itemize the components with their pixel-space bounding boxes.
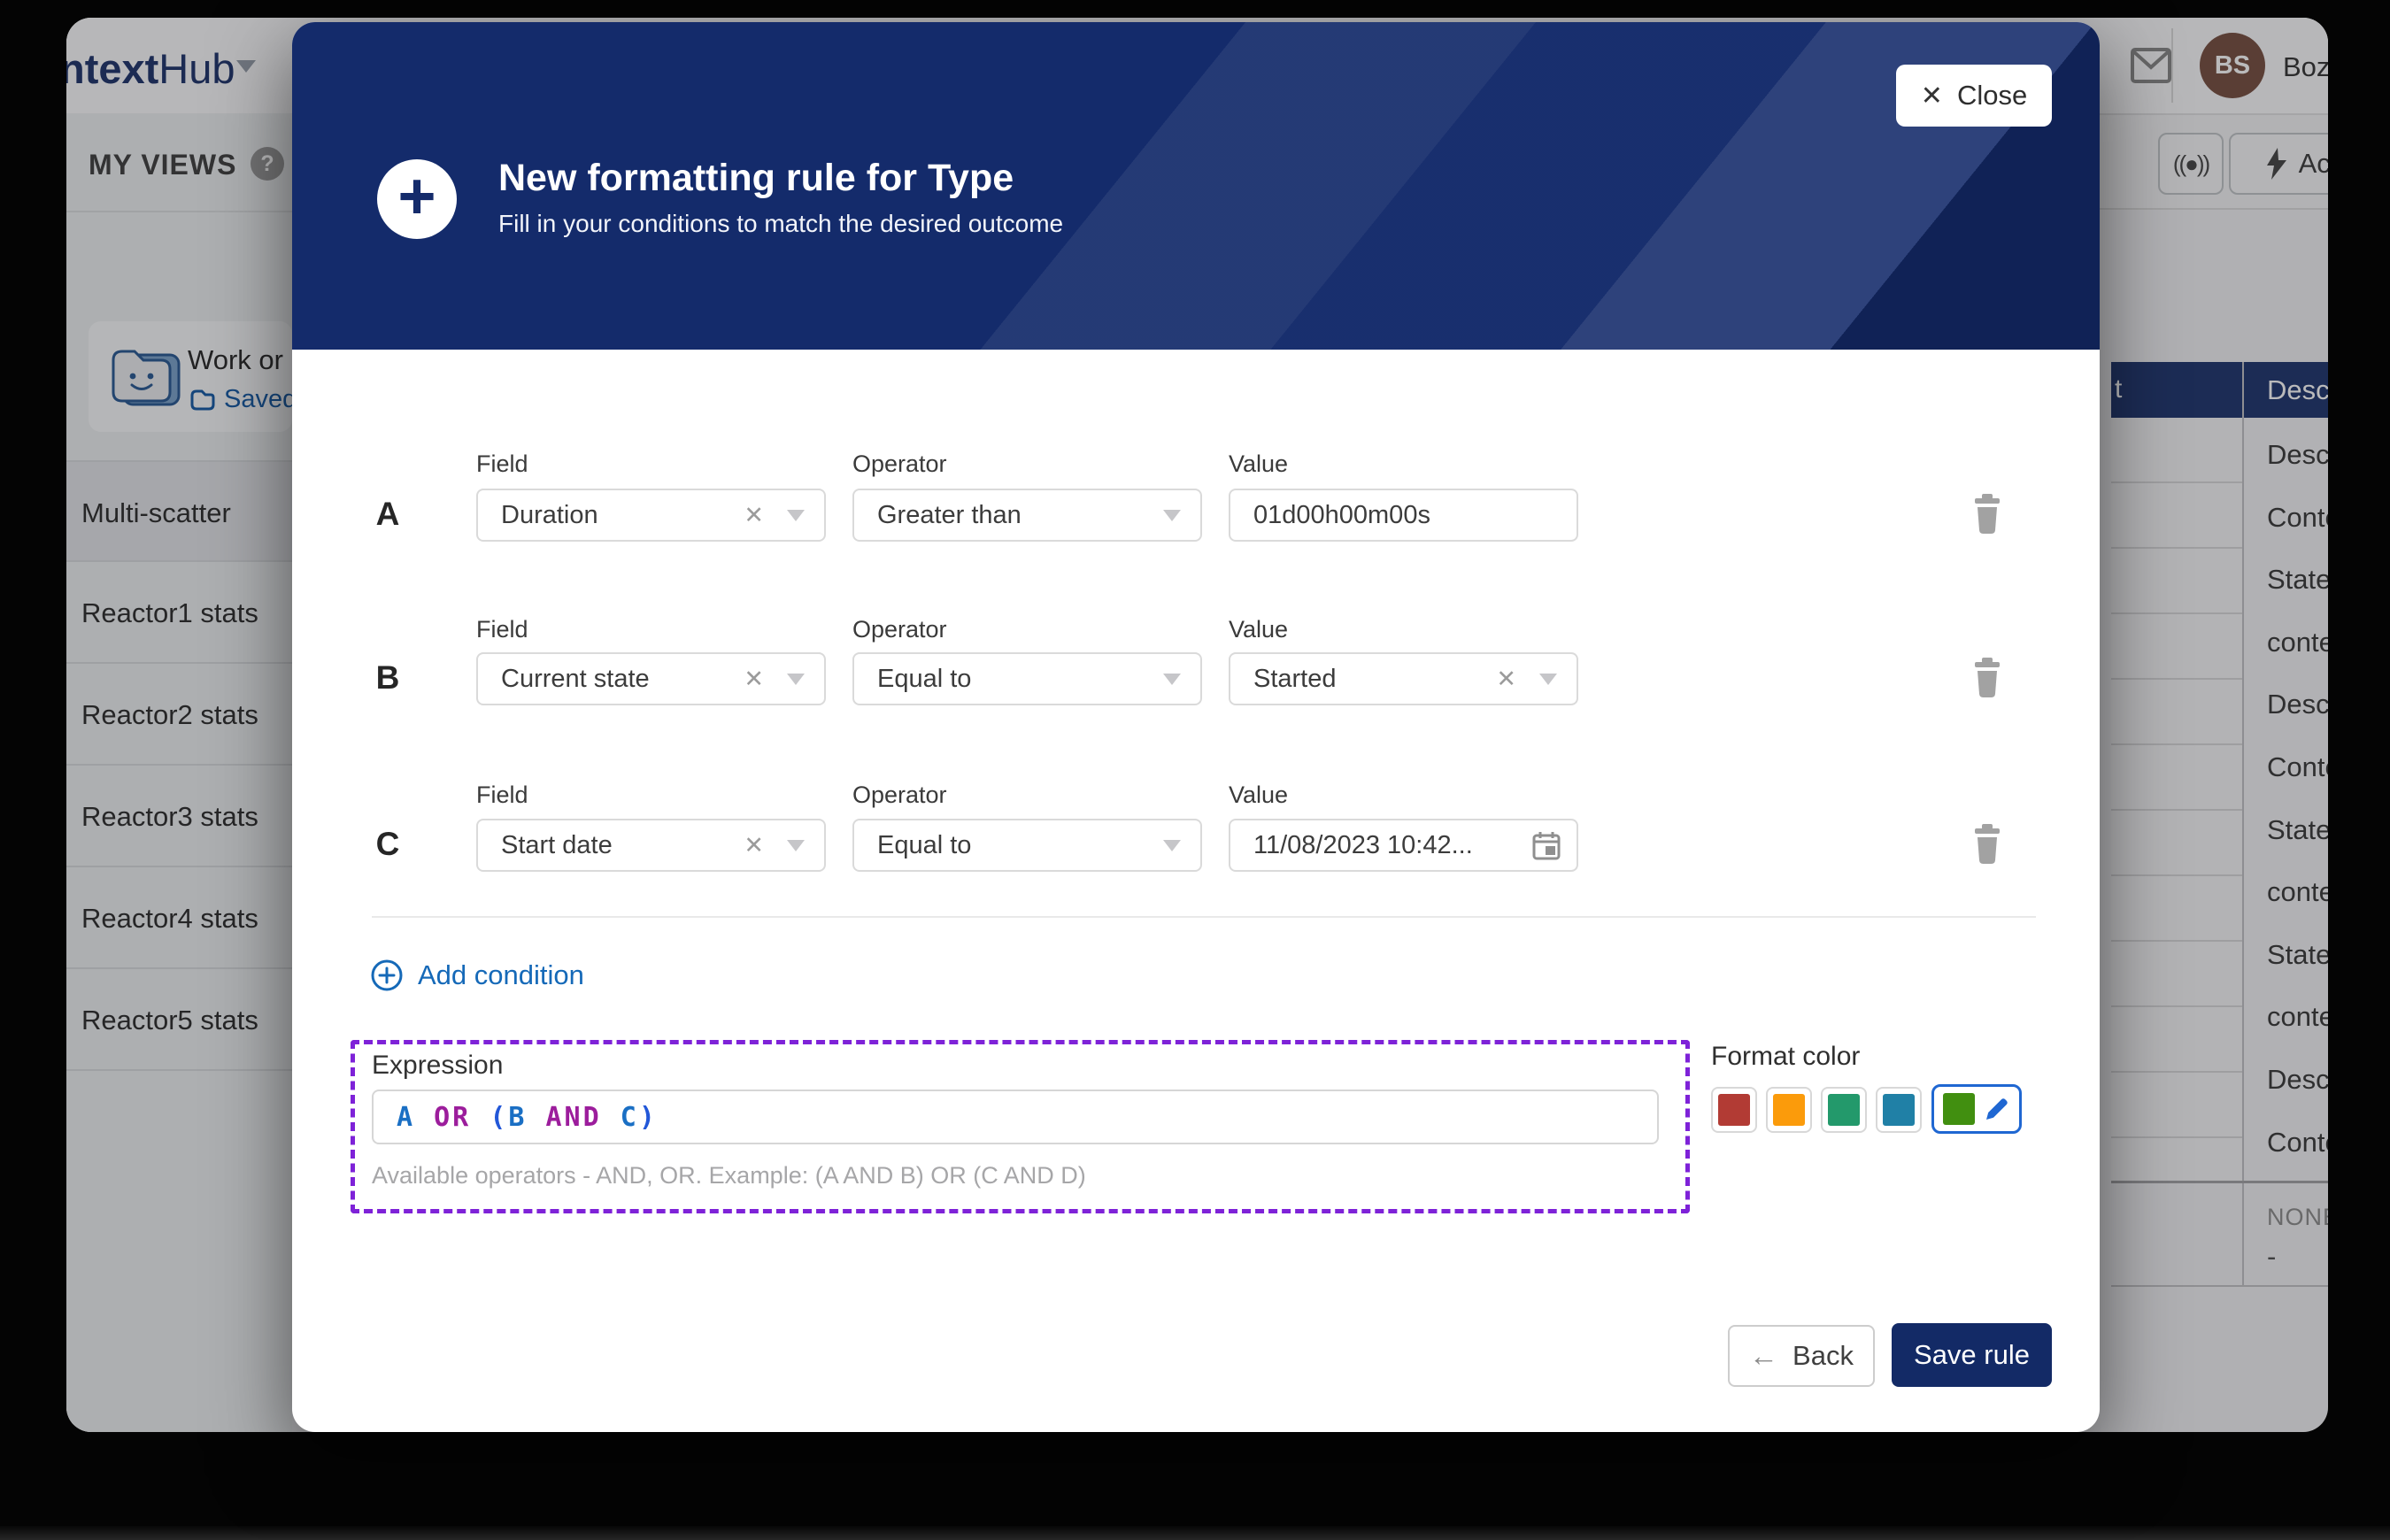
close-label: Close [1957,80,2027,112]
chevron-down-icon[interactable] [787,674,805,685]
condition-letter: A [370,496,405,533]
chevron-down-icon[interactable] [787,510,805,521]
modal-subtitle: Fill in your conditions to match the des… [498,210,1063,238]
add-condition-button[interactable]: Add condition [370,959,584,992]
delete-condition-button[interactable] [1970,494,2005,535]
clear-x-icon[interactable]: ✕ [744,502,764,529]
trash-icon [1970,824,2005,865]
operator-column-label: Operator [852,450,947,478]
field-select[interactable]: Start date✕ [476,819,826,872]
formatting-rule-modal: + New formatting rule for Type Fill in y… [292,22,2100,1432]
color-swatch[interactable] [1876,1087,1922,1133]
back-button[interactable]: ← Back [1728,1325,1875,1387]
format-color-label: Format color [1711,1042,1860,1072]
custom-color-swatch-selected[interactable] [1931,1084,2022,1134]
chevron-down-icon[interactable] [787,840,805,851]
operator-select[interactable]: Equal to [852,819,1202,872]
circle-plus-icon [370,959,404,992]
value-column-label: Value [1229,450,1288,478]
field-select[interactable]: Current state✕ [476,652,826,705]
value-column-label: Value [1229,616,1288,643]
field-column-label: Field [476,616,528,643]
close-icon: ✕ [1921,81,1943,112]
color-swatch[interactable] [1821,1087,1867,1133]
chevron-down-icon[interactable] [1539,674,1557,685]
clear-x-icon[interactable]: ✕ [744,832,764,859]
modal-title: New formatting rule for Type [498,157,1014,200]
condition-letter: C [370,826,405,863]
operator-select[interactable]: Equal to [852,652,1202,705]
modal-header: + New formatting rule for Type Fill in y… [292,22,2100,350]
back-label: Back [1792,1340,1854,1372]
arrow-left-icon: ← [1749,1339,1778,1373]
save-rule-button[interactable]: Save rule [1892,1323,2052,1387]
field-select[interactable]: Duration✕ [476,489,826,542]
expression-input[interactable]: A OR (B AND C) [372,1090,1659,1144]
value-input[interactable]: Started✕ [1229,652,1578,705]
field-column-label: Field [476,450,528,478]
shadow-glow [0,1526,2390,1540]
delete-condition-button[interactable] [1970,658,2005,698]
value-input[interactable]: 01d00h00m00s [1229,489,1578,542]
color-swatch[interactable] [1711,1087,1757,1133]
delete-condition-button[interactable] [1970,824,2005,865]
value-column-label: Value [1229,782,1288,809]
operator-column-label: Operator [852,782,947,809]
chevron-down-icon[interactable] [1163,840,1181,851]
operator-column-label: Operator [852,616,947,643]
expression-helper-text: Available operators - AND, OR. Example: … [372,1162,1086,1190]
clear-x-icon[interactable]: ✕ [744,666,764,693]
chevron-down-icon[interactable] [1163,510,1181,521]
condition-letter: B [370,659,405,697]
add-condition-label: Add condition [418,959,584,991]
custom-color [1943,1093,1975,1125]
calendar-icon[interactable] [1530,829,1562,861]
field-column-label: Field [476,782,528,809]
divider [372,916,2036,918]
close-button[interactable]: ✕ Close [1896,65,2052,127]
plus-badge-icon: + [377,159,457,239]
pencil-icon[interactable] [1984,1096,2010,1122]
trash-icon [1970,658,2005,698]
chevron-down-icon[interactable] [1163,674,1181,685]
color-swatch[interactable] [1766,1087,1812,1133]
trash-icon [1970,494,2005,535]
value-input[interactable]: 11/08/2023 10:42... [1229,819,1578,872]
expression-value: A OR (B AND C) [397,1102,658,1133]
save-rule-label: Save rule [1914,1339,2030,1371]
expression-label: Expression [372,1051,503,1081]
operator-select[interactable]: Greater than [852,489,1202,542]
clear-x-icon[interactable]: ✕ [1496,666,1516,693]
